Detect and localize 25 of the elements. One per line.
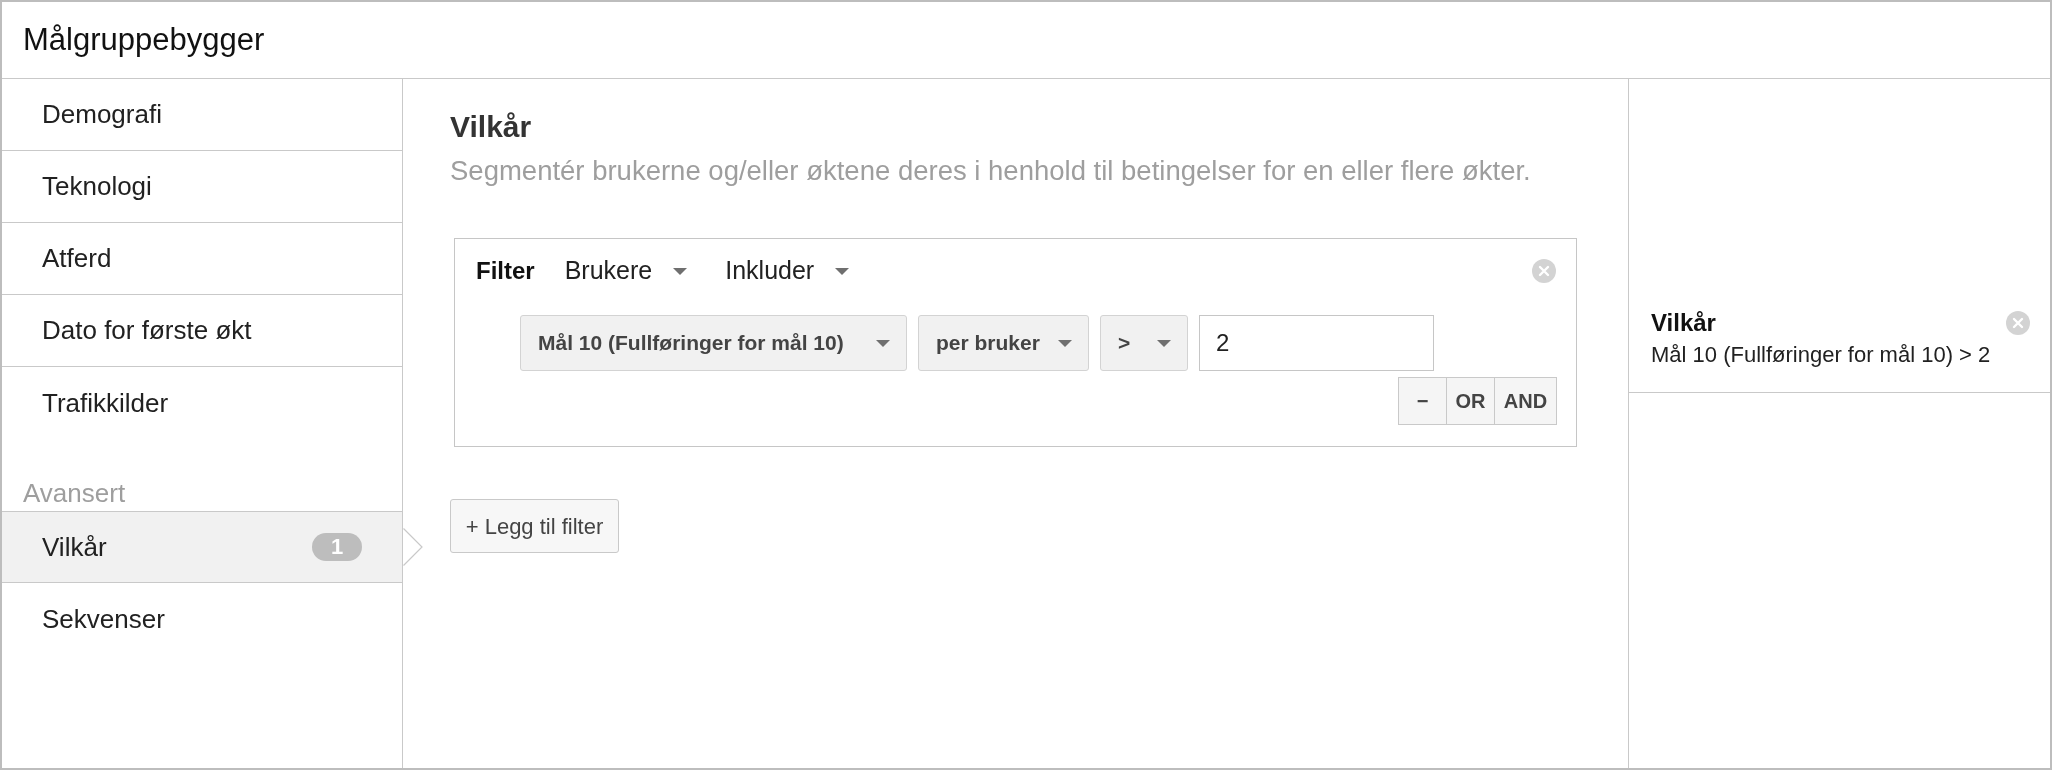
section-title: Vilkår	[450, 109, 532, 145]
dropdown[interactable]: >	[1100, 315, 1188, 371]
dropdown[interactable]: Mål 10 (Fullføringer for mål 10)	[520, 315, 907, 371]
summary-title: Vilkår	[1651, 308, 1716, 338]
caret-icon	[673, 267, 688, 275]
caret-icon	[835, 267, 850, 275]
section-heading: Avansert	[23, 477, 126, 509]
logic-button[interactable]: −	[1398, 377, 1447, 425]
logic-button[interactable]: AND	[1494, 377, 1557, 425]
close-icon[interactable]	[1532, 259, 1556, 283]
filter-label: Filter	[476, 256, 535, 286]
count-badge: 1	[312, 533, 362, 561]
summary-description: Mål 10 (Fullføringer for mål 10) > 2	[1651, 341, 1992, 369]
add-filter-button[interactable]: + Legg til filter	[450, 499, 619, 553]
filter-selector[interactable]: Brukere	[564, 252, 688, 290]
caret-icon	[1157, 339, 1171, 347]
filter-selector[interactable]: Inkluder	[725, 252, 850, 290]
dropdown[interactable]: per bruker	[918, 315, 1089, 371]
window-title: Målgruppebygger	[23, 20, 265, 59]
caret-icon	[1058, 339, 1072, 347]
section-description: Segmentér brukerne og/eller øktene deres i henhold til betingelser for en eller flere økter.	[450, 154, 1531, 188]
close-icon[interactable]	[2006, 311, 2030, 335]
logic-button[interactable]: OR	[1446, 377, 1495, 425]
value-input[interactable]: 2	[1199, 315, 1434, 371]
caret-icon	[876, 339, 890, 347]
